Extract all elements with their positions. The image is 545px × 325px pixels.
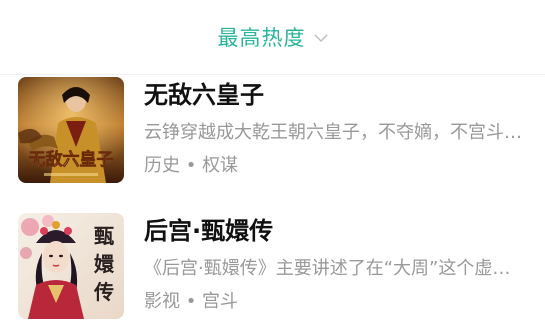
book-list-page: 最高热度 无敌六皇子 无敌六皇子 云铮穿越成大乾王朝六皇子，不夺嫡，不宫斗… 历… [0, 0, 545, 325]
list-item[interactable]: 甄 嬛 传 后宫·甄嬛传 《后宫·甄嬛传》主要讲述了在“大周”这个虚构的… 影视… [18, 213, 528, 321]
book-tags: 历史 • 权谋 [144, 155, 239, 176]
book-title: 后宫·甄嬛传 [144, 217, 274, 245]
book-cover: 无敌六皇子 [18, 77, 124, 183]
book-cover: 甄 嬛 传 [18, 213, 124, 319]
sort-dropdown[interactable]: 最高热度 [0, 0, 545, 75]
cover-title-char-2: 嬛 [94, 252, 115, 276]
cover-title-char-3: 传 [93, 280, 114, 304]
sort-label: 最高热度 [217, 26, 306, 50]
cover-title-char-1: 甄 [94, 224, 114, 248]
book-description: 云铮穿越成大乾王朝六皇子，不夺嫡，不宫斗… [144, 122, 522, 143]
list-item[interactable]: 无敌六皇子 无敌六皇子 云铮穿越成大乾王朝六皇子，不夺嫡，不宫斗… 历史 • 权… [18, 77, 528, 185]
chevron-down-icon [313, 34, 328, 43]
book-tags: 影视 • 宫斗 [144, 291, 239, 312]
cover-title-art: 无敌六皇子 [28, 149, 114, 170]
book-title: 无敌六皇子 [144, 81, 264, 109]
book-description: 《后宫·甄嬛传》主要讲述了在“大周”这个虚构的… [144, 258, 528, 279]
